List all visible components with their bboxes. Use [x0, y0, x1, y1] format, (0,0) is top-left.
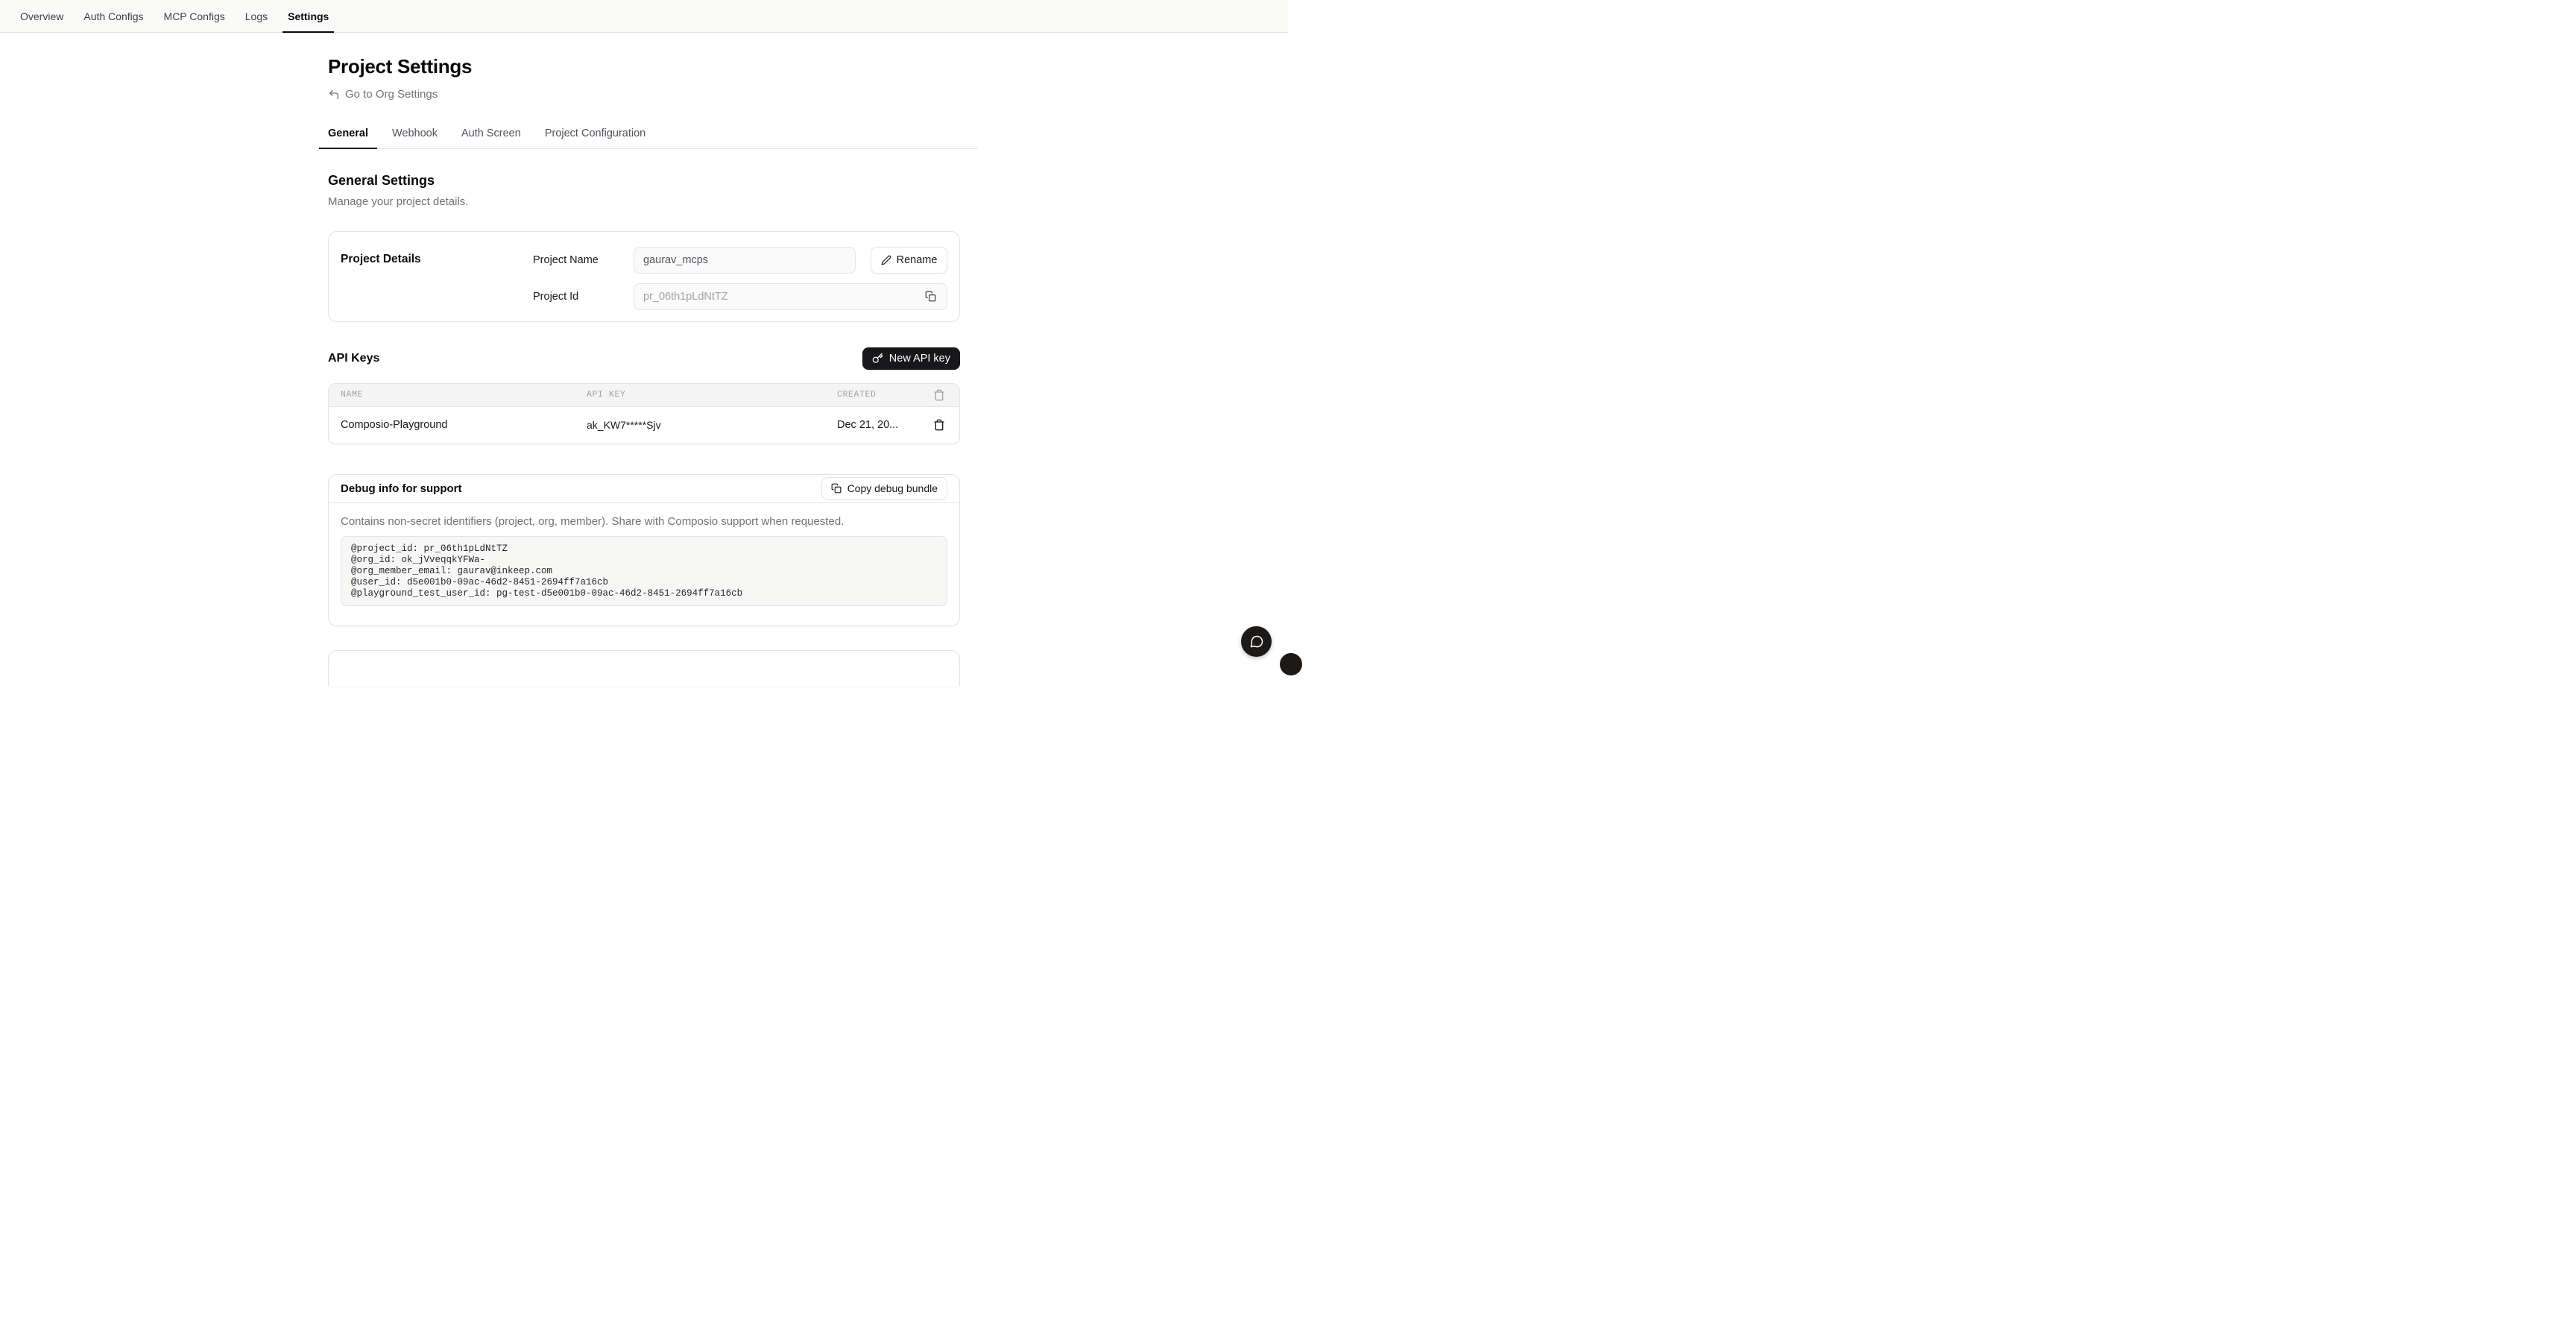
copy-icon	[925, 291, 936, 302]
nav-item-mcp-configs[interactable]: MCP Configs	[159, 0, 230, 32]
api-keys-table: NAME API KEY CREATED Composio-Playground…	[328, 383, 960, 444]
trash-icon	[933, 389, 945, 401]
project-details-card: Project Details Project Name gaurav_mcps…	[328, 231, 960, 322]
copy-project-id-button[interactable]	[924, 289, 938, 303]
key-icon	[872, 353, 883, 364]
project-id-label: Project Id	[533, 291, 634, 303]
settings-tabs: General Webhook Auth Screen Project Conf…	[319, 119, 978, 149]
nav-item-overview[interactable]: Overview	[15, 0, 69, 32]
new-api-key-label: New API key	[889, 353, 950, 365]
project-name-label: Project Name	[533, 254, 634, 266]
api-keys-header: API Keys New API key	[328, 347, 960, 370]
rename-button[interactable]: Rename	[871, 247, 947, 274]
code-line: @org_member_email: gaurav@inkeep.com	[351, 566, 937, 577]
project-id-input: pr_06th1pLdNtTZ	[634, 283, 947, 310]
nav-item-settings[interactable]: Settings	[282, 0, 334, 32]
debug-info-card: Debug info for support Copy debug bundle…	[328, 474, 960, 626]
debug-info-title: Debug info for support	[341, 482, 461, 495]
api-key-row: Composio-Playground ak_KW7*****Sjv Dec 2…	[329, 407, 959, 444]
column-header-actions	[919, 389, 959, 401]
go-to-org-settings-link[interactable]: Go to Org Settings	[328, 88, 438, 101]
nav-item-auth-configs[interactable]: Auth Configs	[78, 0, 148, 32]
copy-debug-bundle-button[interactable]: Copy debug bundle	[821, 477, 947, 499]
project-name-row: Project Name gaurav_mcps Rename	[533, 247, 947, 274]
project-id-value: pr_06th1pLdNtTZ	[643, 291, 728, 303]
column-header-created: CREATED	[837, 390, 919, 400]
tab-auth-screen[interactable]: Auth Screen	[452, 119, 530, 148]
chat-bubble-icon	[1249, 634, 1264, 649]
next-section-card	[328, 650, 960, 686]
pencil-icon	[881, 255, 891, 265]
secondary-widget-blob	[1280, 653, 1302, 675]
tab-project-configuration[interactable]: Project Configuration	[536, 119, 654, 148]
general-settings-heading: General Settings	[328, 173, 960, 189]
new-api-key-button[interactable]: New API key	[862, 347, 960, 370]
debug-identifiers-code-block: @project_id: pr_06th1pLdNtTZ @org_id: ok…	[341, 536, 947, 606]
page-title: Project Settings	[328, 55, 960, 78]
trash-icon	[933, 419, 945, 431]
corner-up-left-icon	[328, 89, 340, 101]
chat-support-button[interactable]	[1241, 626, 1272, 657]
rename-button-label: Rename	[897, 254, 938, 266]
api-key-name: Composio-Playground	[329, 419, 587, 431]
code-line: @org_id: ok_jVveqqkYFWa-	[351, 555, 937, 566]
top-navigation: Overview Auth Configs MCP Configs Logs S…	[0, 0, 1288, 33]
column-header-name: NAME	[329, 390, 587, 400]
back-link-label: Go to Org Settings	[345, 88, 438, 101]
code-line: @playground_test_user_id: pg-test-d5e001…	[351, 588, 937, 599]
api-key-value: ak_KW7*****Sjv	[587, 419, 837, 431]
api-keys-table-header: NAME API KEY CREATED	[329, 384, 959, 407]
general-settings-subheading: Manage your project details.	[328, 195, 960, 208]
copy-debug-bundle-label: Copy debug bundle	[847, 482, 938, 494]
tab-general[interactable]: General	[319, 119, 377, 148]
copy-icon	[831, 483, 842, 494]
api-keys-heading: API Keys	[328, 352, 379, 365]
project-name-value: gaurav_mcps	[643, 254, 708, 266]
debug-info-header: Debug info for support Copy debug bundle	[329, 475, 959, 503]
project-id-row: Project Id pr_06th1pLdNtTZ	[533, 283, 947, 310]
column-header-api-key: API KEY	[587, 390, 837, 400]
api-key-created: Dec 21, 20...	[837, 419, 919, 431]
delete-api-key-button[interactable]	[932, 417, 947, 432]
debug-info-description: Contains non-secret identifiers (project…	[341, 515, 947, 528]
nav-item-logs[interactable]: Logs	[240, 0, 273, 32]
settings-page: Project Settings Go to Org Settings Gene…	[328, 55, 960, 686]
code-line: @project_id: pr_06th1pLdNtTZ	[351, 543, 937, 555]
code-line: @user_id: d5e001b0-09ac-46d2-8451-2694ff…	[351, 577, 937, 588]
project-details-title: Project Details	[341, 247, 533, 306]
tab-webhook[interactable]: Webhook	[383, 119, 446, 148]
project-name-input[interactable]: gaurav_mcps	[634, 247, 856, 274]
